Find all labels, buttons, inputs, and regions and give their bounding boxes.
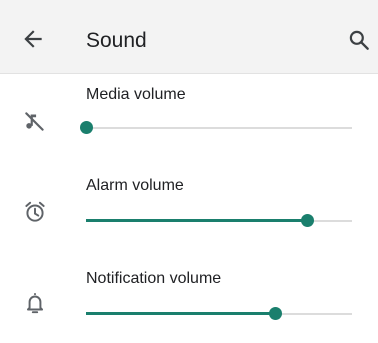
media-muted-icon — [22, 108, 48, 134]
slider-track — [86, 127, 352, 129]
search-icon — [349, 30, 369, 50]
notification-volume-label: Notification volume — [86, 270, 222, 287]
search-button[interactable] — [346, 27, 372, 53]
app-bar: Sound — [0, 0, 378, 74]
arrow-back-icon — [24, 30, 42, 48]
sound-settings-screen: Sound Media volume Alarm volume Notifica… — [0, 0, 378, 343]
bell-icon — [22, 290, 48, 316]
slider-thumb[interactable] — [80, 121, 93, 134]
alarm-volume-slider[interactable] — [86, 213, 352, 229]
media-volume-label: Media volume — [86, 86, 186, 103]
media-volume-row: Media volume — [0, 74, 378, 166]
slider-fill — [86, 312, 275, 315]
alarm-volume-label: Alarm volume — [86, 177, 184, 194]
notification-volume-row: Notification volume — [0, 258, 378, 343]
back-button[interactable] — [20, 26, 46, 52]
slider-fill — [86, 219, 307, 222]
slider-thumb[interactable] — [268, 307, 282, 320]
page-title: Sound — [86, 29, 147, 52]
slider-thumb[interactable] — [300, 214, 314, 227]
alarm-clock-icon — [22, 199, 48, 225]
alarm-volume-row: Alarm volume — [0, 166, 378, 258]
media-volume-slider[interactable] — [80, 120, 352, 136]
notification-volume-slider[interactable] — [86, 306, 352, 322]
